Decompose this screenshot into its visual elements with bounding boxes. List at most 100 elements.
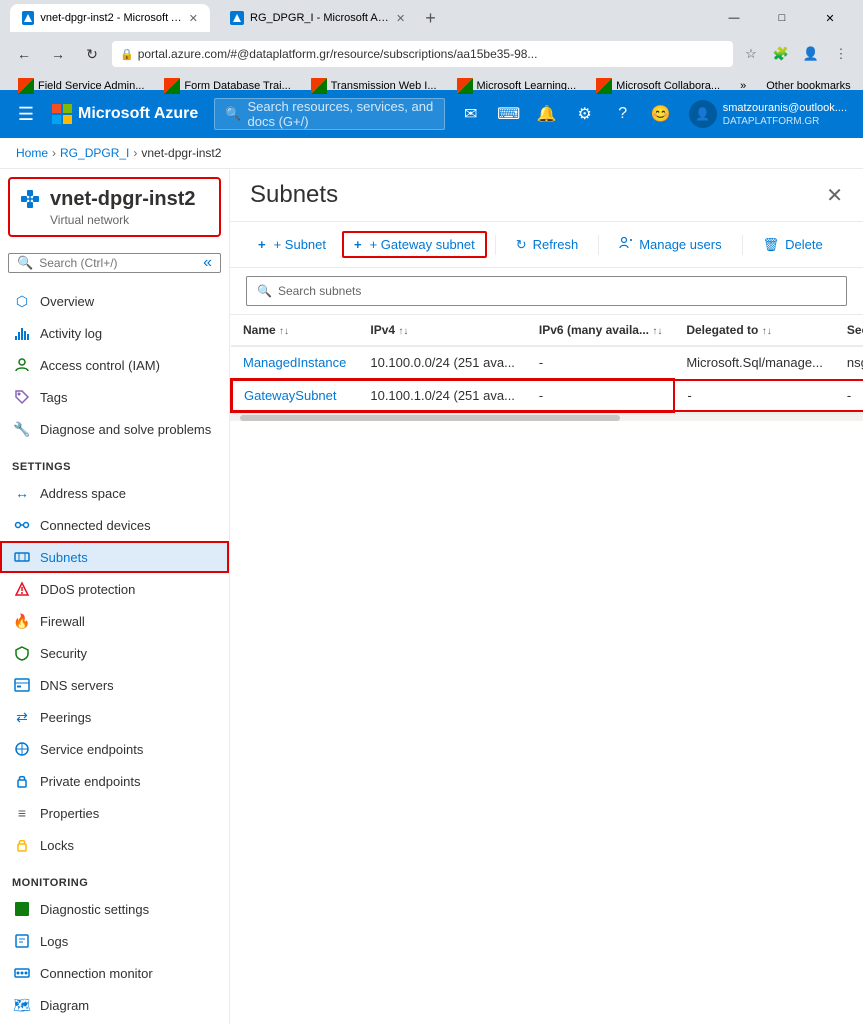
col-delegated[interactable]: Delegated to ↑↓: [674, 315, 835, 346]
sidebar-item-security[interactable]: Security: [0, 637, 229, 669]
resource-header-box: vnet-dpgr-inst2 Virtual network: [8, 177, 221, 237]
sidebar-label-subnets: Subnets: [40, 550, 88, 565]
sidebar-item-ddos[interactable]: DDoS protection: [0, 573, 229, 605]
subnet-search-input[interactable]: 🔍 Search subnets: [246, 276, 847, 306]
reload-button[interactable]: ↻: [78, 40, 106, 68]
sidebar-item-peerings[interactable]: ⇄ Peerings: [0, 701, 229, 733]
sidebar-item-address[interactable]: ↔ Address space: [0, 477, 229, 509]
sidebar-item-firewall[interactable]: 🔥 Firewall: [0, 605, 229, 637]
help-icon[interactable]: ?: [605, 96, 641, 132]
hamburger-button[interactable]: ☰: [8, 96, 44, 132]
sidebar-item-overview[interactable]: ⬡ Overview: [0, 285, 229, 317]
subnet-search-icon: 🔍: [257, 284, 272, 298]
sidebar-section-main: ⬡ Overview Activity log Access control (…: [0, 281, 229, 449]
cell-ipv4-1: 10.100.0.0/24 (251 ava...: [358, 346, 527, 379]
sidebar-label-security: Security: [40, 646, 87, 661]
profile-icon[interactable]: 👤: [799, 42, 823, 66]
table-body: ManagedInstance 10.100.0.0/24 (251 ava..…: [231, 346, 863, 412]
breadcrumb-rg[interactable]: RG_DPGR_I: [60, 146, 129, 160]
col-ipv4[interactable]: IPv4 ↑↓: [358, 315, 527, 346]
panel-close-button[interactable]: ✕: [826, 183, 843, 208]
cell-name-1[interactable]: ManagedInstance: [231, 346, 358, 379]
table-header: Name ↑↓ IPv4 ↑↓ IPv6 (many availa... ↑↓: [231, 315, 863, 346]
delete-button[interactable]: 🗑 Delete: [751, 231, 835, 259]
table-row-managed[interactable]: ManagedInstance 10.100.0.0/24 (251 ava..…: [231, 346, 863, 379]
menu-icon[interactable]: ⋮: [829, 42, 853, 66]
scrollbar-horizontal[interactable]: [230, 413, 863, 421]
cell-name-2[interactable]: GatewaySubnet: [231, 379, 358, 412]
sidebar-label-dns: DNS servers: [40, 678, 114, 693]
sidebar-item-logs[interactable]: Logs: [0, 925, 229, 957]
sidebar-label-private-endpoints: Private endpoints: [40, 774, 140, 789]
close-button[interactable]: ✕: [807, 4, 853, 32]
breadcrumb-current: vnet-dpgr-inst2: [141, 146, 221, 160]
minimize-button[interactable]: —: [711, 4, 757, 32]
settings-icon[interactable]: ⚙: [567, 96, 603, 132]
sidebar-item-properties[interactable]: ≡ Properties: [0, 797, 229, 829]
user-info[interactable]: 👤 smatzouranis@outlook.... DATAPLATFORM.…: [681, 96, 855, 132]
breadcrumb-home[interactable]: Home: [16, 146, 48, 160]
manage-users-button[interactable]: Manage users: [607, 230, 733, 259]
table-row-gateway[interactable]: GatewaySubnet 10.100.1.0/24 (251 ava... …: [231, 379, 863, 412]
address-text: portal.azure.com/#@dataplatform.gr/resou…: [138, 47, 538, 61]
address-bar-row: ← → ↻ 🔒 portal.azure.com/#@dataplatform.…: [0, 36, 863, 72]
forward-button[interactable]: →: [44, 40, 72, 68]
address-input[interactable]: 🔒 portal.azure.com/#@dataplatform.gr/res…: [112, 41, 733, 67]
sidebar-item-locks[interactable]: Locks: [0, 829, 229, 861]
feedback-icon[interactable]: 😊: [643, 96, 679, 132]
resource-name: vnet-dpgr-inst2: [50, 188, 196, 211]
sidebar-label-activity: Activity log: [40, 326, 102, 341]
add-subnet-button[interactable]: + + Subnet: [246, 231, 338, 258]
subnet-search-placeholder: Search subnets: [278, 284, 361, 298]
add-gateway-button[interactable]: + + Gateway subnet: [342, 231, 487, 258]
sidebar-search-input[interactable]: [39, 256, 197, 270]
sidebar-search-icon: 🔍: [17, 255, 33, 271]
sidebar: vnet-dpgr-inst2 Virtual network 🔍 « ⬡ Ov…: [0, 169, 230, 1024]
sidebar-label-ddos: DDoS protection: [40, 582, 135, 597]
table-header-row: Name ↑↓ IPv4 ↑↓ IPv6 (many availa... ↑↓: [231, 315, 863, 346]
sidebar-item-activity[interactable]: Activity log: [0, 317, 229, 349]
panel-title: Subnets: [250, 181, 826, 209]
cloud-shell-icon[interactable]: ⌨: [491, 96, 527, 132]
tab-2-close[interactable]: ✕: [396, 12, 405, 25]
tab-1[interactable]: vnet-dpgr-inst2 - Microsoft Azur... ✕: [10, 4, 210, 32]
subnet-link-2[interactable]: GatewaySubnet: [244, 388, 337, 403]
notifications-icon[interactable]: 🔔: [529, 96, 565, 132]
tab-1-close[interactable]: ✕: [189, 12, 198, 25]
maximize-button[interactable]: □: [759, 4, 805, 32]
sidebar-item-diagnostic[interactable]: Diagnostic settings: [0, 893, 229, 925]
sidebar-label-diagnostic: Diagnostic settings: [40, 902, 149, 917]
email-icon[interactable]: ✉: [453, 96, 489, 132]
sidebar-item-tags[interactable]: Tags: [0, 381, 229, 413]
firewall-icon: 🔥: [12, 611, 32, 631]
sidebar-item-dns[interactable]: DNS servers: [0, 669, 229, 701]
refresh-button[interactable]: ↻ Refresh: [504, 231, 590, 259]
sidebar-search[interactable]: 🔍 «: [8, 253, 221, 273]
col-name-label: Name: [243, 323, 276, 337]
window-controls: — □ ✕: [711, 4, 853, 32]
sidebar-item-diagnose[interactable]: 🔧 Diagnose and solve problems: [0, 413, 229, 445]
sidebar-item-service-endpoints[interactable]: Service endpoints: [0, 733, 229, 765]
section-title-monitoring: Monitoring: [0, 869, 229, 893]
sidebar-item-private-endpoints[interactable]: Private endpoints: [0, 765, 229, 797]
collapse-button[interactable]: «: [203, 254, 212, 272]
sidebar-item-connected[interactable]: Connected devices: [0, 509, 229, 541]
col-name[interactable]: Name ↑↓: [231, 315, 358, 346]
topnav-icons: ✉ ⌨ 🔔 ⚙ ? 😊 👤 smatzouranis@outlook.... D…: [453, 96, 855, 132]
col-ipv6[interactable]: IPv6 (many availa... ↑↓: [527, 315, 674, 346]
new-tab-button[interactable]: +: [425, 8, 436, 29]
azure-portal: ☰ Microsoft Azure 🔍 Search resources, se…: [0, 90, 863, 1024]
extension-icon[interactable]: 🧩: [769, 42, 793, 66]
tab-2[interactable]: RG_DPGR_I - Microsoft Azure ✕: [218, 4, 417, 32]
sidebar-item-connection-monitor[interactable]: Connection monitor: [0, 957, 229, 989]
sidebar-item-diagram[interactable]: 🗺 Diagram: [0, 989, 229, 1021]
sidebar-item-subnets[interactable]: Subnets: [0, 541, 229, 573]
star-icon[interactable]: ☆: [739, 42, 763, 66]
subnets-table: Name ↑↓ IPv4 ↑↓ IPv6 (many availa... ↑↓: [230, 315, 863, 413]
subnet-link-1[interactable]: ManagedInstance: [243, 355, 346, 370]
back-button[interactable]: ←: [10, 40, 38, 68]
logs-icon: [12, 931, 32, 951]
sidebar-label-peerings: Peerings: [40, 710, 91, 725]
global-search[interactable]: 🔍 Search resources, services, and docs (…: [214, 98, 444, 130]
sidebar-item-access[interactable]: Access control (IAM): [0, 349, 229, 381]
